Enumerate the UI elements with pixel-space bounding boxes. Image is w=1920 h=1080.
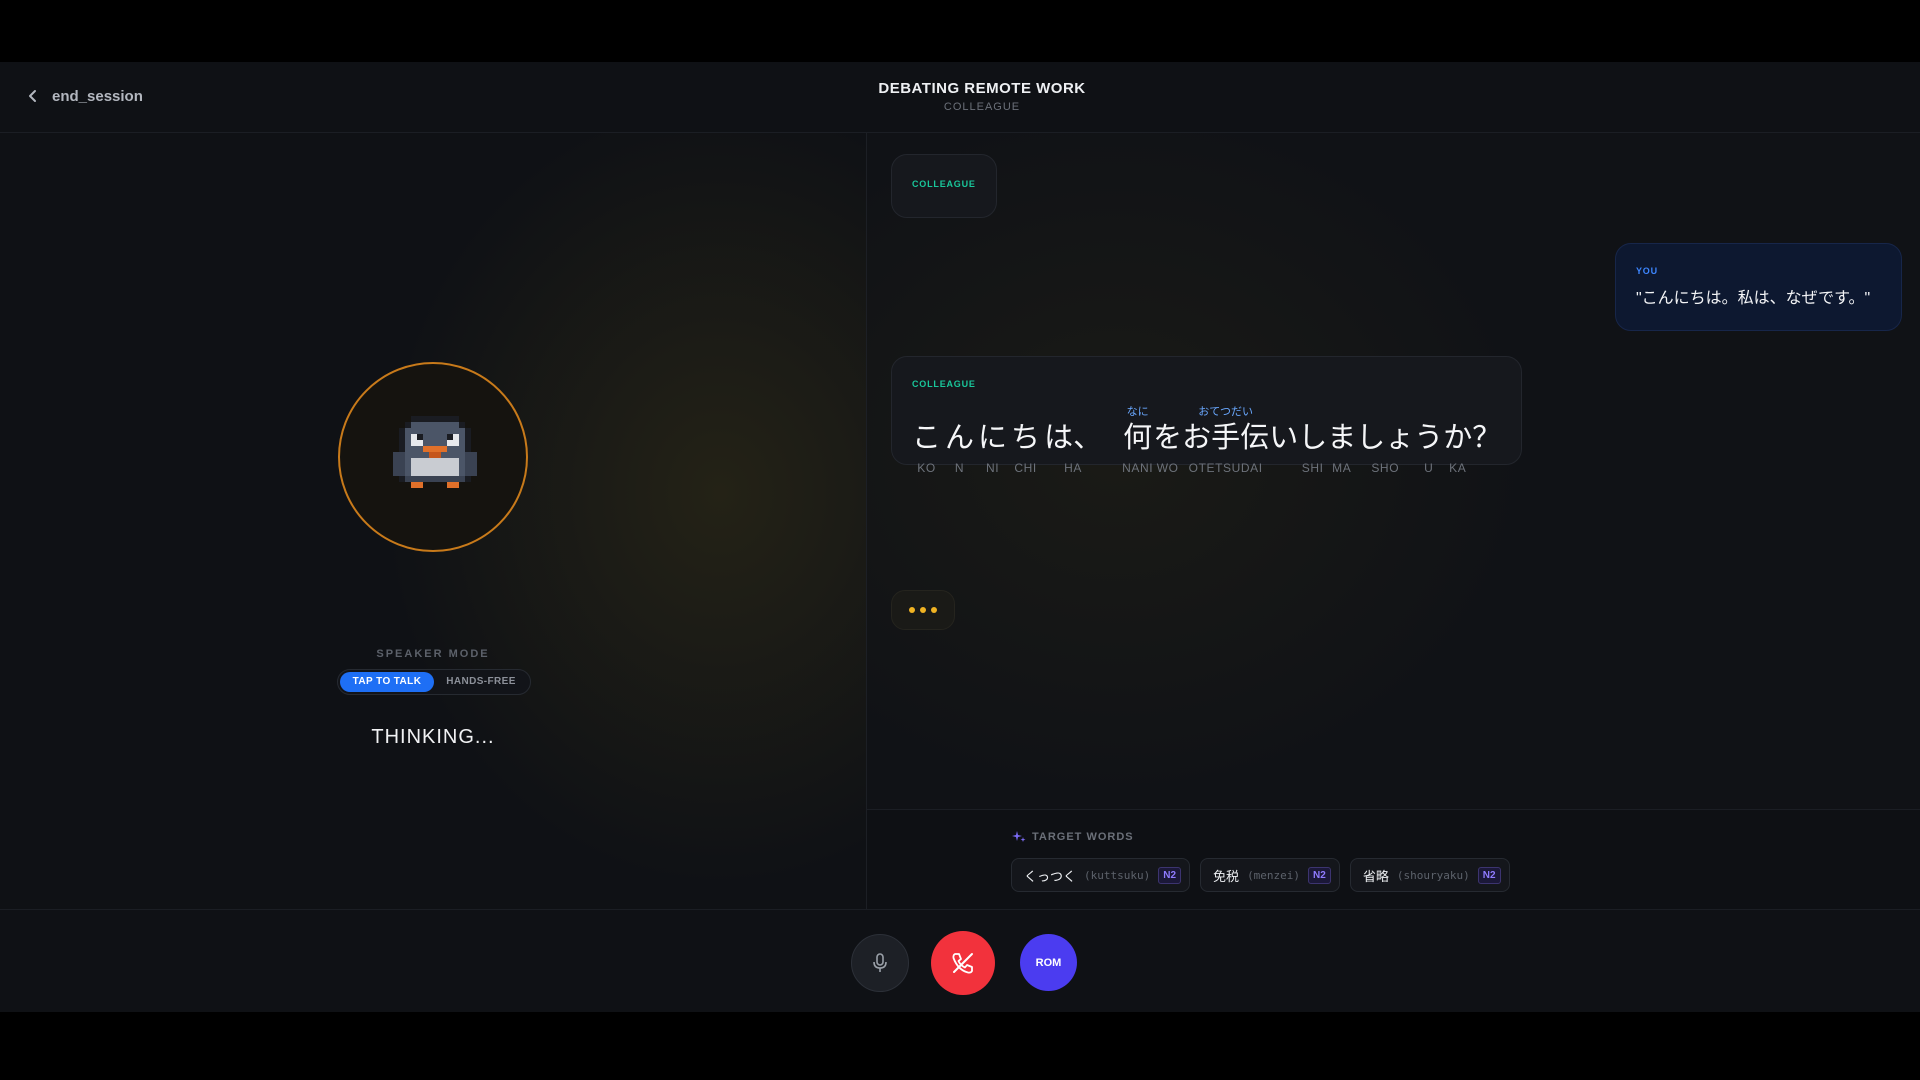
top-bar: end_session DEBATING REMOTE WORK COLLEAG… xyxy=(0,62,1920,133)
romaji: U xyxy=(1424,461,1434,475)
word-token[interactable]: んN xyxy=(945,405,974,477)
romaji: SHO xyxy=(1371,461,1400,475)
romaji: WO xyxy=(1156,461,1179,475)
speaker-mode-label: SPEAKER MODE xyxy=(376,648,490,660)
romaji: KA xyxy=(1449,461,1467,475)
target-words-panel: TARGET WORDS くっつく (kuttsuku) N2 免税 (menz… xyxy=(867,809,1920,910)
word-surface: こ xyxy=(912,420,942,454)
phone-off-icon xyxy=(952,953,973,974)
romaji: MA xyxy=(1332,461,1352,475)
penguin-avatar-icon xyxy=(393,416,477,488)
word-token[interactable]: おてつだいお手伝 OTETSUDAI xyxy=(1182,405,1269,477)
target-words-heading: TARGET WORDS xyxy=(1012,830,1134,844)
speaker-mode-toggle: TAP TO TALK HANDS-FREE xyxy=(337,669,531,695)
typing-dot xyxy=(931,607,937,613)
furigana: なに xyxy=(1126,406,1149,418)
word-token[interactable]: か KA xyxy=(1443,405,1472,477)
target-word-chip[interactable]: くっつく (kuttsuku) N2 xyxy=(1011,858,1191,892)
word-surface: し xyxy=(1298,420,1328,454)
word-token[interactable]: し SHI xyxy=(1298,405,1327,477)
message-text: "こんにちは。私は、なぜです。" xyxy=(1636,290,1871,307)
word-surface: ん xyxy=(945,420,975,454)
message-bubble: COLLEAGUE xyxy=(891,154,997,218)
word-surface: を xyxy=(1153,420,1183,454)
word-token[interactable]: に NI xyxy=(978,405,1007,477)
tap-to-talk-option[interactable]: TAP TO TALK xyxy=(340,672,434,692)
word-surface: お手伝 xyxy=(1182,420,1270,454)
avatar xyxy=(338,362,528,552)
message-bubble-user: YOU "こんにちは。私は、なぜです。" xyxy=(1615,243,1902,331)
word-token[interactable]: こ KO xyxy=(912,405,941,477)
target-word: くっつく xyxy=(1024,868,1077,884)
jlpt-level-badge: N2 xyxy=(1308,866,1331,884)
status-text: THINKING... xyxy=(371,726,495,748)
typing-dot xyxy=(909,607,915,613)
sparkle-icon xyxy=(1012,831,1026,842)
microphone-icon xyxy=(873,953,887,972)
word-token[interactable]: ？ xyxy=(1472,405,1501,477)
word-token[interactable]: を WO xyxy=(1153,405,1182,477)
target-word-reading: (shouryaku) xyxy=(1396,868,1470,882)
romaji: CHI xyxy=(1014,461,1037,475)
furigana: おてつだい xyxy=(1198,406,1254,418)
romaji: OTETSUDAI xyxy=(1188,461,1263,475)
word-surface: ？ xyxy=(1472,420,1502,454)
avatar-panel: SPEAKER MODE TAP TO TALK HANDS-FREE THIN… xyxy=(0,133,867,909)
romaji: NI xyxy=(985,461,1000,475)
jlpt-level-badge: N2 xyxy=(1158,866,1182,884)
message-sender: YOU xyxy=(1636,266,1658,276)
session-heading: DEBATING REMOTE WORK COLLEAGUE xyxy=(0,80,1920,113)
word-surface: ま xyxy=(1327,420,1357,454)
romaji: KO xyxy=(917,461,936,475)
word-token[interactable]: しょ SHO xyxy=(1356,405,1414,477)
chat-panel: COLLEAGUE YOU "こんにちは。私は、なぜです。" COLLEAGUE… xyxy=(867,133,1920,809)
conversation-app: end_session DEBATING REMOTE WORK COLLEAG… xyxy=(0,62,1920,1012)
target-words-label: TARGET WORDS xyxy=(1032,831,1134,843)
target-word-list: くっつく (kuttsuku) N2 免税 (menzei) N2 省略 (sh… xyxy=(1011,858,1510,892)
word-surface: う xyxy=(1414,420,1444,454)
target-word-reading: (kuttsuku) xyxy=(1084,868,1151,882)
word-token[interactable]: い xyxy=(1269,405,1298,477)
target-word: 免税 xyxy=(1213,868,1240,884)
message-sender: COLLEAGUE xyxy=(912,179,976,189)
session-role: COLLEAGUE xyxy=(943,101,1021,113)
word-surface: ち xyxy=(1011,420,1041,454)
target-word-chip[interactable]: 免税 (menzei) N2 xyxy=(1200,858,1340,892)
typing-indicator xyxy=(891,590,955,630)
romaji: HA xyxy=(1064,461,1082,475)
word-surface: い xyxy=(1269,420,1299,454)
word-token[interactable]: は、 HA xyxy=(1044,405,1102,477)
hands-free-option[interactable]: HANDS-FREE xyxy=(434,672,528,692)
romaji: NANI xyxy=(1122,461,1154,475)
word-token[interactable]: なに何 NANI xyxy=(1122,405,1153,477)
jlpt-level-badge: N2 xyxy=(1477,866,1501,884)
word-surface: に xyxy=(978,420,1008,454)
target-word-reading: (menzei) xyxy=(1247,868,1301,882)
word-token[interactable]: ま MA xyxy=(1327,405,1356,477)
word-token[interactable]: ち CHI xyxy=(1011,405,1040,477)
word-surface: しょ xyxy=(1356,420,1415,454)
typing-dot xyxy=(920,607,926,613)
mic-button[interactable] xyxy=(851,934,909,992)
target-word-chip[interactable]: 省略 (shouryaku) N2 xyxy=(1349,858,1510,892)
japanese-sentence: こ KO ん N に NI ち CHI は、 HA なに何 NANI を WO おてつだい お手伝 OTETSU… xyxy=(912,405,1501,477)
session-title: DEBATING REMOTE WORK xyxy=(878,80,1086,97)
romaji: SHI xyxy=(1301,461,1324,475)
target-word: 省略 xyxy=(1362,868,1389,884)
word-token[interactable]: うU xyxy=(1414,405,1443,477)
word-surface: は、 xyxy=(1044,420,1103,454)
word-surface: か xyxy=(1443,420,1473,454)
word-surface: 何 xyxy=(1123,420,1153,454)
romaji-toggle-button[interactable]: ROM xyxy=(1020,934,1077,991)
hang-up-button[interactable] xyxy=(931,931,995,995)
call-controls: ROM xyxy=(0,909,1920,1012)
romaji: N xyxy=(954,461,965,475)
message-bubble: COLLEAGUE こ KO ん N に NI ち CHI は、 HA なに何 NANI を WO おてつだ… xyxy=(891,356,1522,475)
message-sender: COLLEAGUE xyxy=(912,379,976,389)
